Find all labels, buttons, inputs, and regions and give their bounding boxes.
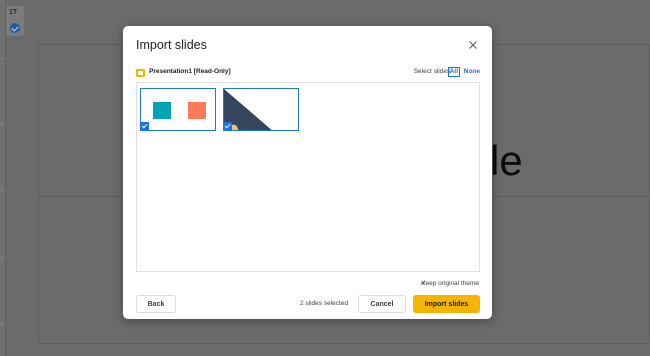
vertical-ruler — [0, 0, 6, 356]
source-row: Presentation1 [Read-Only] Select slides:… — [136, 67, 480, 80]
select-none-link[interactable]: None — [464, 68, 480, 75]
dialog-title: Import slides — [136, 38, 207, 52]
ruler-tick — [1, 190, 4, 191]
dialog-footer: Back 2 slides selected Cancel Import sli… — [136, 295, 480, 313]
slides-icon — [136, 69, 145, 77]
select-all-link[interactable]: All — [447, 67, 460, 77]
select-slides-label: Select slides: — [413, 68, 452, 75]
cancel-button[interactable]: Cancel — [358, 295, 406, 313]
navy-triangle-shape — [224, 89, 272, 130]
teal-square-shape — [153, 102, 171, 119]
selected-count: 2 slides selected — [300, 300, 349, 307]
back-button[interactable]: Back — [136, 295, 176, 313]
source-presentation-name: Presentation1 [Read-Only] — [149, 68, 231, 75]
slide-thumbnail-grid — [136, 82, 480, 272]
close-button[interactable] — [465, 37, 481, 53]
ruler-tick — [1, 257, 4, 258]
ruler-tick — [1, 124, 4, 125]
ruler-tick — [1, 323, 4, 324]
selected-check-icon — [224, 122, 232, 130]
floating-toolbar: 1T — [6, 6, 24, 36]
text-format-tool[interactable]: 1T — [9, 9, 17, 16]
slide-thumbnail-1[interactable] — [140, 88, 216, 131]
import-slides-button[interactable]: Import slides — [413, 295, 480, 313]
keep-theme-label: Keep original theme — [421, 280, 479, 287]
check-circle-icon[interactable] — [10, 23, 20, 33]
import-slides-dialog: Import slides Presentation1 [Read-Only] … — [123, 26, 492, 319]
selected-check-icon — [141, 122, 149, 130]
background-slide-title: le — [490, 137, 523, 184]
orange-square-shape — [188, 102, 206, 119]
ruler-tick — [1, 58, 4, 59]
slide-thumbnail-2[interactable] — [223, 88, 299, 131]
close-icon — [469, 41, 477, 49]
